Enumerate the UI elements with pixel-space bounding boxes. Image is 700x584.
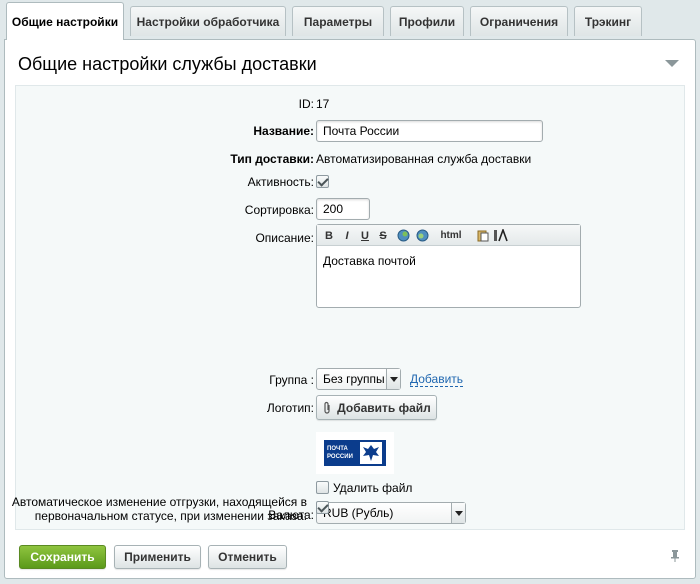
- settings-panel: Общие настройки службы доставки ID: 17 Н…: [4, 39, 696, 579]
- pin-icon[interactable]: [671, 550, 679, 562]
- link-icon[interactable]: [396, 228, 410, 243]
- save-button[interactable]: Сохранить: [19, 545, 106, 569]
- bold-button[interactable]: B: [323, 228, 335, 243]
- eagle-emblem-icon: [360, 442, 382, 464]
- group-select-value: Без группы: [323, 372, 385, 386]
- chevron-down-icon: [386, 369, 400, 389]
- form-area: ID: 17 Название: Тип доставки: Автоматиз…: [15, 85, 685, 530]
- add-group-link[interactable]: Добавить: [410, 372, 464, 387]
- group-select[interactable]: Без группы: [316, 368, 401, 390]
- group-label: Группа :: [269, 373, 314, 387]
- auto-change-label: Автоматическое изменение отгрузки, наход…: [11, 495, 307, 523]
- name-input[interactable]: [316, 120, 543, 142]
- html-button[interactable]: html: [439, 228, 463, 243]
- sort-input[interactable]: [316, 198, 370, 220]
- description-editor: B I U S html Доставка почтой: [316, 224, 581, 308]
- unlink-icon[interactable]: [415, 228, 429, 243]
- description-label: Описание:: [255, 231, 314, 245]
- currency-select[interactable]: RUB (Рубль): [316, 502, 466, 524]
- italic-button[interactable]: I: [341, 228, 353, 243]
- active-label: Активность:: [247, 175, 314, 189]
- auto-change-checkbox[interactable]: [316, 501, 329, 514]
- delete-file-label: Удалить файл: [333, 481, 413, 495]
- tab-restrictions[interactable]: Ограничения: [470, 6, 568, 36]
- collapse-arrow-icon[interactable]: [665, 60, 679, 67]
- panel-title: Общие настройки службы доставки: [18, 54, 317, 74]
- strike-button[interactable]: S: [377, 228, 389, 243]
- delivery-type-value: Автоматизированная служба доставки: [316, 152, 532, 166]
- tab-parameters[interactable]: Параметры: [292, 6, 384, 36]
- name-label: Название:: [253, 124, 314, 138]
- tab-general-settings[interactable]: Общие настройки: [6, 2, 124, 40]
- tab-profiles[interactable]: Профили: [390, 6, 464, 36]
- logo-label: Логотип:: [266, 401, 314, 415]
- description-text[interactable]: Доставка почтой: [317, 246, 580, 276]
- add-file-button[interactable]: Добавить файл: [316, 395, 437, 420]
- logo: ПОЧТА РОССИИ: [324, 440, 386, 466]
- cancel-button[interactable]: Отменить: [208, 545, 287, 569]
- apply-button[interactable]: Применить: [114, 545, 201, 569]
- sort-label: Сортировка:: [244, 203, 314, 217]
- id-value: 17: [316, 97, 330, 111]
- paste-icon[interactable]: [475, 228, 489, 243]
- tab-handler-settings[interactable]: Настройки обработчика: [130, 6, 286, 36]
- delete-file-checkbox[interactable]: [316, 481, 329, 494]
- currency-select-value: RUB (Рубль): [323, 506, 394, 520]
- paperclip-icon: [324, 401, 330, 414]
- logo-image: ПОЧТА РОССИИ: [316, 432, 394, 474]
- tab-tracking[interactable]: Трэкинг: [574, 6, 642, 36]
- font-icon[interactable]: [493, 228, 509, 243]
- delivery-type-label: Тип доставки:: [230, 152, 314, 166]
- active-checkbox[interactable]: [316, 175, 329, 188]
- id-label: ID:: [298, 97, 314, 111]
- underline-button[interactable]: U: [359, 228, 371, 243]
- editor-toolbar: B I U S html: [317, 225, 580, 246]
- chevron-down-icon: [451, 503, 465, 523]
